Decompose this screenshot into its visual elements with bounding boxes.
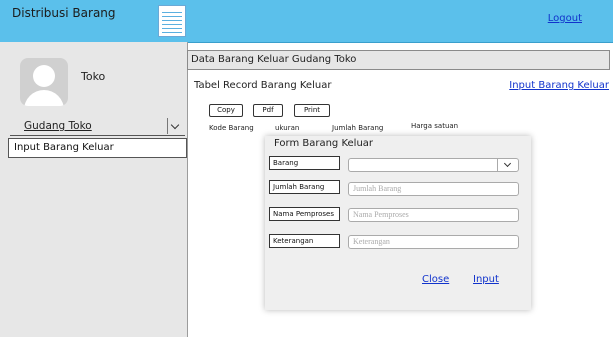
nama-pemproses-label: Nama Pemproses — [269, 207, 340, 221]
jumlah-barang-label: Jumlah Barang — [269, 180, 340, 194]
warehouse-dropdown[interactable]: Gudang Toko — [10, 118, 185, 136]
column-header-harga-satuan: Harga satuan — [411, 122, 459, 130]
table-title: Tabel Record Barang Keluar — [194, 80, 332, 91]
dropdown-value: Gudang Toko — [24, 120, 92, 132]
print-button[interactable]: Print — [294, 104, 330, 117]
keterangan-input[interactable]: Keterangan — [348, 235, 519, 249]
copy-button[interactable]: Copy — [209, 104, 243, 117]
pdf-button[interactable]: Pdf — [253, 104, 283, 117]
chevron-down-icon[interactable] — [497, 159, 518, 171]
role-label: Toko — [81, 70, 106, 83]
jumlah-barang-input[interactable]: Jumlah Barang — [348, 182, 519, 196]
sidebar: Toko Gudang Toko Input Barang Keluar — [0, 42, 188, 337]
top-bar: Distribusi Barang Logout — [0, 0, 613, 43]
logout-link[interactable]: Logout — [548, 13, 582, 24]
hamburger-icon[interactable] — [158, 5, 186, 37]
keterangan-label: Keterangan — [269, 234, 340, 248]
page-title: Data Barang Keluar Gudang Toko — [191, 54, 357, 65]
column-header-ukuran: ukuran — [275, 124, 300, 132]
sidebar-item-input-barang-keluar[interactable]: Input Barang Keluar — [8, 138, 187, 158]
sidebar-item-label: Input Barang Keluar — [14, 142, 114, 153]
app-title: Distribusi Barang — [12, 6, 116, 20]
page-title-bar: Data Barang Keluar Gudang Toko — [187, 50, 610, 70]
column-header-jumlah-barang: Jumlah Barang — [332, 124, 384, 132]
barang-select[interactable] — [348, 158, 519, 172]
nama-pemproses-input[interactable]: Nama Pemproses — [348, 208, 519, 222]
barang-label: Barang — [269, 156, 340, 170]
chevron-down-icon[interactable] — [167, 118, 184, 134]
input-barang-keluar-link[interactable]: Input Barang Keluar — [509, 80, 609, 91]
column-header-kode-barang: Kode Barang — [209, 124, 254, 132]
user-avatar-icon — [20, 58, 68, 106]
modal-title: Form Barang Keluar — [274, 138, 374, 149]
close-button[interactable]: Close — [422, 274, 449, 285]
form-barang-keluar-modal: Form Barang Keluar Barang Jumlah Barang … — [265, 136, 531, 310]
input-button[interactable]: Input — [473, 274, 499, 285]
